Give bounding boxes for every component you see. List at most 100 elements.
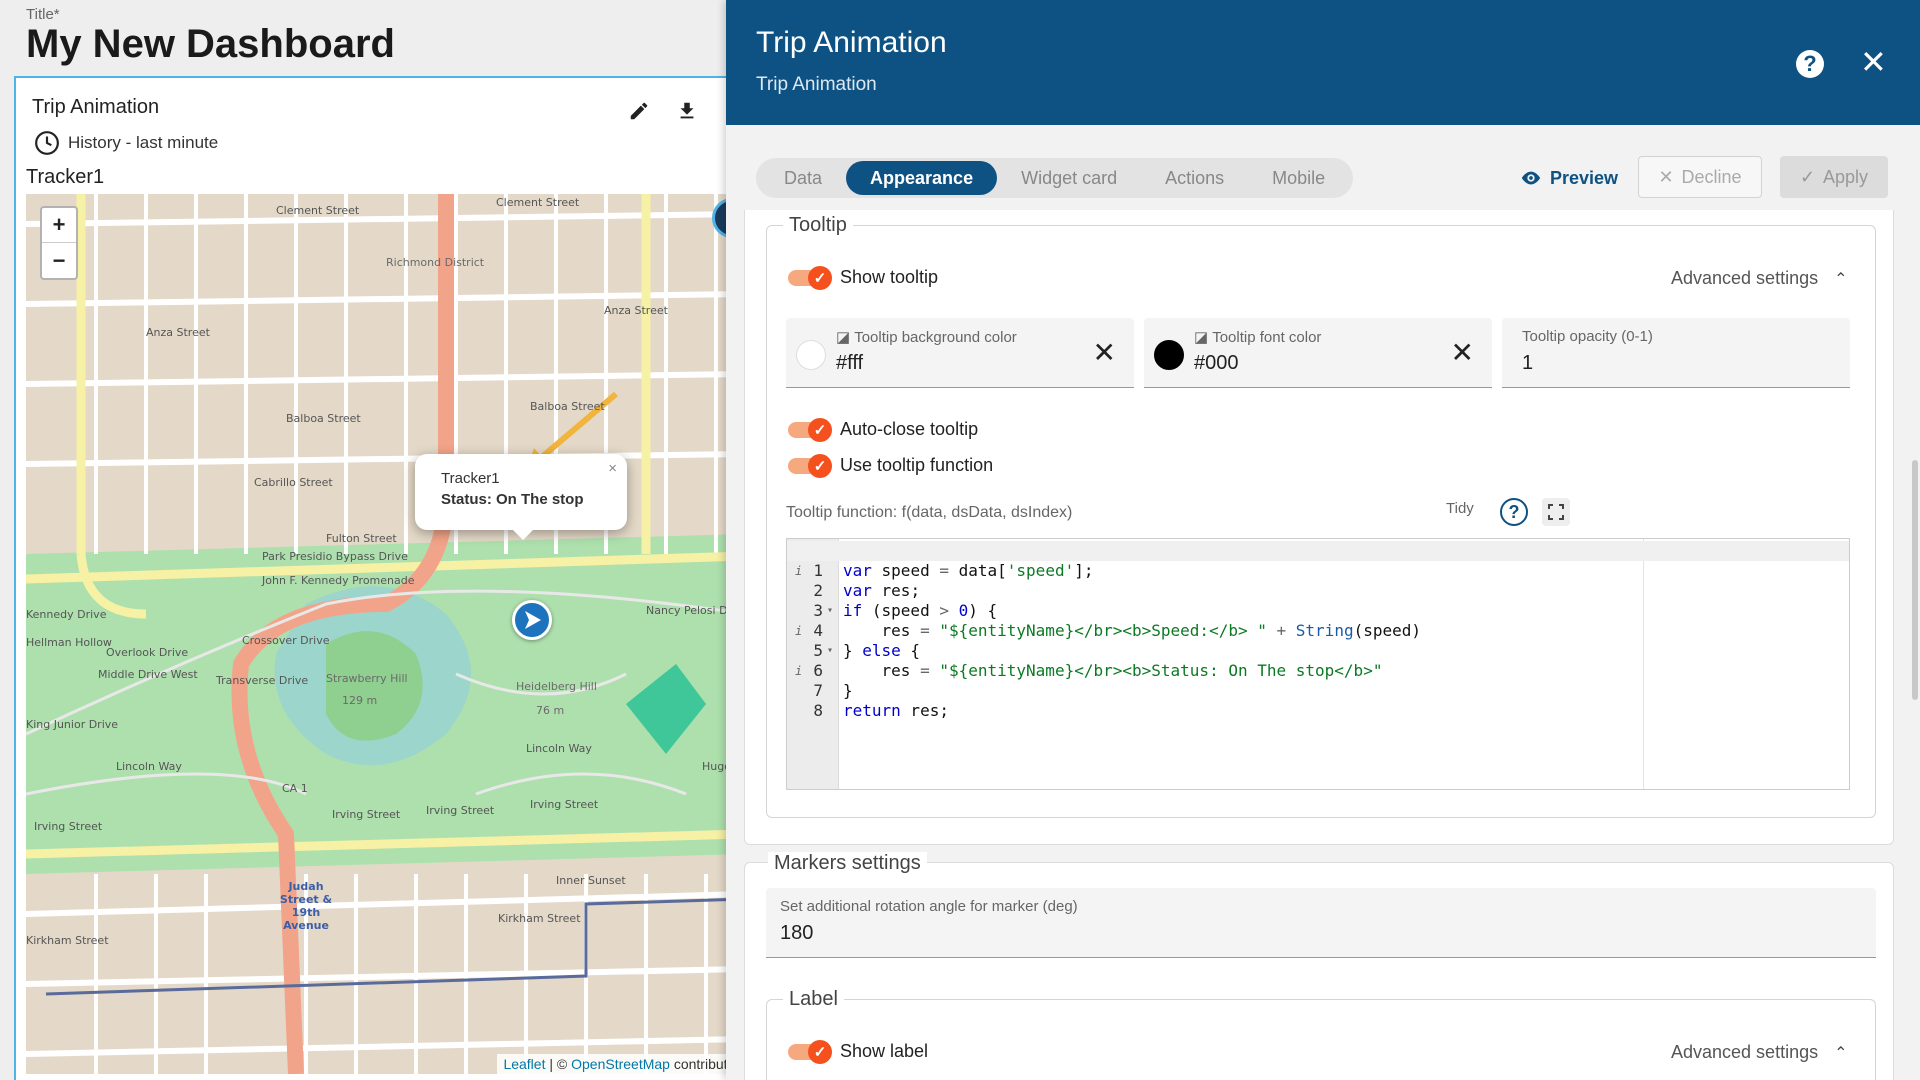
auto-close-label: Auto-close tooltip: [840, 418, 979, 439]
decline-label: Decline: [1681, 166, 1742, 187]
map-label-irving-2: Irving Street: [332, 808, 401, 821]
download-icon[interactable]: [676, 100, 698, 122]
zoom-out-button[interactable]: −: [42, 243, 76, 278]
bg-color-clear-icon[interactable]: ✕: [1093, 336, 1116, 369]
font-color-label: ◪ Tooltip font color: [1194, 328, 1322, 347]
tab-data[interactable]: Data: [760, 161, 846, 195]
map-label-cabrillo: Cabrillo Street: [254, 476, 333, 489]
tracker-tooltip-popup: × Tracker1 Status: On The stop: [415, 454, 627, 540]
auto-close-tooltip-toggle[interactable]: ✓ Auto-close tooltip: [788, 418, 979, 442]
map-label-kirkham: Kirkham Street: [26, 934, 109, 947]
tooltip-bg-color-field[interactable]: ◪ Tooltip background color #fff ✕: [786, 318, 1134, 388]
preview-button[interactable]: Preview: [1520, 160, 1618, 196]
widget-toolbar: [628, 100, 726, 122]
show-tooltip-label: Show tooltip: [840, 266, 939, 287]
tab-mobile[interactable]: Mobile: [1248, 161, 1349, 195]
help-icon[interactable]: ?: [1796, 50, 1824, 78]
use-function-label: Use tooltip function: [840, 454, 994, 475]
chevron-up-icon: ⌃: [1834, 1044, 1848, 1062]
show-tooltip-toggle[interactable]: ✓ Show tooltip: [788, 266, 939, 290]
rotation-angle-label: Set additional rotation angle for marker…: [780, 898, 1078, 915]
tab-actions[interactable]: Actions: [1141, 161, 1248, 195]
zoom-in-button[interactable]: +: [42, 208, 76, 243]
map-label-nancy-pelosi: Nancy Pelosi Drive: [646, 604, 726, 617]
entity-label: Tracker1: [26, 166, 105, 188]
bg-color-label-text: Tooltip background color: [854, 328, 1017, 346]
preview-label: Preview: [1550, 167, 1619, 188]
leaflet-link[interactable]: Leaflet: [503, 1056, 545, 1072]
font-color-label-text: Tooltip font color: [1212, 328, 1322, 346]
show-label-toggle[interactable]: ✓ Show label: [788, 1040, 928, 1064]
map-label-lincoln-2: Lincoln Way: [526, 742, 592, 755]
code-line: 3 ▾ if (speed > 0) {: [787, 581, 1849, 620]
map-label-irving: Irving Street: [34, 820, 103, 833]
color-fill-icon: ◪: [1194, 329, 1209, 346]
close-panel-icon[interactable]: ✕: [1860, 46, 1887, 78]
bg-color-value[interactable]: #fff: [836, 352, 863, 375]
edit-icon[interactable]: [628, 100, 650, 122]
map-label-crossover: Crossover Drive: [242, 634, 330, 647]
history-label: History - last minute: [68, 133, 219, 152]
map-label-anza: Anza Street: [146, 326, 210, 339]
code-line: 7}: [787, 661, 1849, 700]
history-timewindow[interactable]: History - last minute: [34, 130, 218, 156]
auto-close-switch[interactable]: ✓: [788, 418, 832, 442]
use-tooltip-function-toggle[interactable]: ✓ Use tooltip function: [788, 454, 994, 478]
map-label-irving-4: Irving Street: [530, 798, 599, 811]
rotation-angle-value[interactable]: 180: [780, 922, 813, 945]
tooltip-opacity-field[interactable]: Tooltip opacity (0-1) 1: [1502, 318, 1850, 388]
tracker-marker-icon[interactable]: [512, 600, 552, 640]
map-label-jfk: John F. Kennedy Promenade: [262, 574, 415, 587]
map-label-strawberry-hill: Strawberry Hill: [326, 672, 408, 685]
decline-button[interactable]: ✕ Decline: [1638, 156, 1762, 198]
map-label-inner-sunset: Inner Sunset: [556, 874, 626, 887]
chevron-up-icon: ⌃: [1834, 270, 1848, 288]
opacity-label: Tooltip opacity (0-1): [1522, 328, 1653, 345]
bg-color-swatch[interactable]: [796, 340, 826, 370]
show-tooltip-switch[interactable]: ✓: [788, 266, 832, 290]
code-line: 8 return res;: [787, 681, 1849, 720]
function-help-icon[interactable]: ?: [1500, 498, 1528, 526]
label-advanced-settings[interactable]: Advanced settings ⌃: [1671, 1042, 1848, 1063]
map-label-kirkham-2: Kirkham Street: [498, 912, 581, 925]
opacity-value[interactable]: 1: [1522, 352, 1533, 375]
markers-settings-legend: Markers settings: [768, 852, 927, 875]
osm-link[interactable]: OpenStreetMap: [571, 1056, 670, 1072]
code-line: 2 var res;: [787, 561, 1849, 600]
map-view[interactable]: Richmond District Clement Street Clement…: [26, 194, 726, 1074]
color-fill-icon: ◪: [836, 329, 851, 346]
panel-scrollbar[interactable]: [1912, 460, 1918, 700]
map-label-balboa-2: Balboa Street: [530, 400, 605, 413]
tooltip-font-color-field[interactable]: ◪ Tooltip font color #000 ✕: [1144, 318, 1492, 388]
popup-close-button[interactable]: ×: [608, 460, 617, 477]
tidy-button[interactable]: Tidy: [1446, 500, 1474, 517]
trip-animation-widget[interactable]: Trip Animation History - last minute Tra…: [14, 76, 726, 1080]
use-function-switch[interactable]: ✓: [788, 454, 832, 478]
popup-entity-name: Tracker1: [441, 470, 500, 487]
panel-subtitle: Trip Animation: [756, 74, 877, 95]
tooltip-advanced-settings[interactable]: Advanced settings ⌃: [1671, 268, 1848, 289]
line-number: 8: [813, 701, 823, 720]
apply-button[interactable]: ✓ Apply: [1780, 156, 1888, 198]
show-label-switch[interactable]: ✓: [788, 1040, 832, 1064]
code-line: i6 res = "${entityName}</br><b>Status: O…: [787, 641, 1849, 680]
label-legend: Label: [789, 988, 838, 1010]
font-color-swatch[interactable]: [1154, 340, 1184, 370]
map-label-fulton: Fulton Street: [326, 532, 397, 545]
map-tiles: [26, 194, 726, 1074]
map-label-clement-2: Clement Street: [496, 196, 580, 209]
rotation-angle-field[interactable]: Set additional rotation angle for marker…: [766, 888, 1876, 958]
map-label-park-presidio: Park Presidio Bypass Drive: [262, 550, 408, 563]
font-color-clear-icon[interactable]: ✕: [1451, 336, 1474, 369]
font-color-value[interactable]: #000: [1194, 352, 1239, 375]
dashboard-area: Title* My New Dashboard Trip Animation H…: [0, 0, 726, 1080]
map-label-balboa: Balboa Street: [286, 412, 361, 425]
panel-title: Trip Animation: [756, 26, 947, 59]
check-icon: ✓: [1799, 166, 1816, 187]
map-label-king-junior: King Junior Drive: [26, 718, 119, 731]
tooltip-function-editor[interactable]: i 1 var speed = data['speed']; 2 var res; 3…: [786, 538, 1850, 790]
dashboard-title[interactable]: My New Dashboard: [26, 22, 395, 67]
tab-appearance[interactable]: Appearance: [846, 161, 998, 195]
fullscreen-icon[interactable]: [1542, 498, 1570, 526]
tab-widget-card[interactable]: Widget card: [997, 161, 1141, 195]
